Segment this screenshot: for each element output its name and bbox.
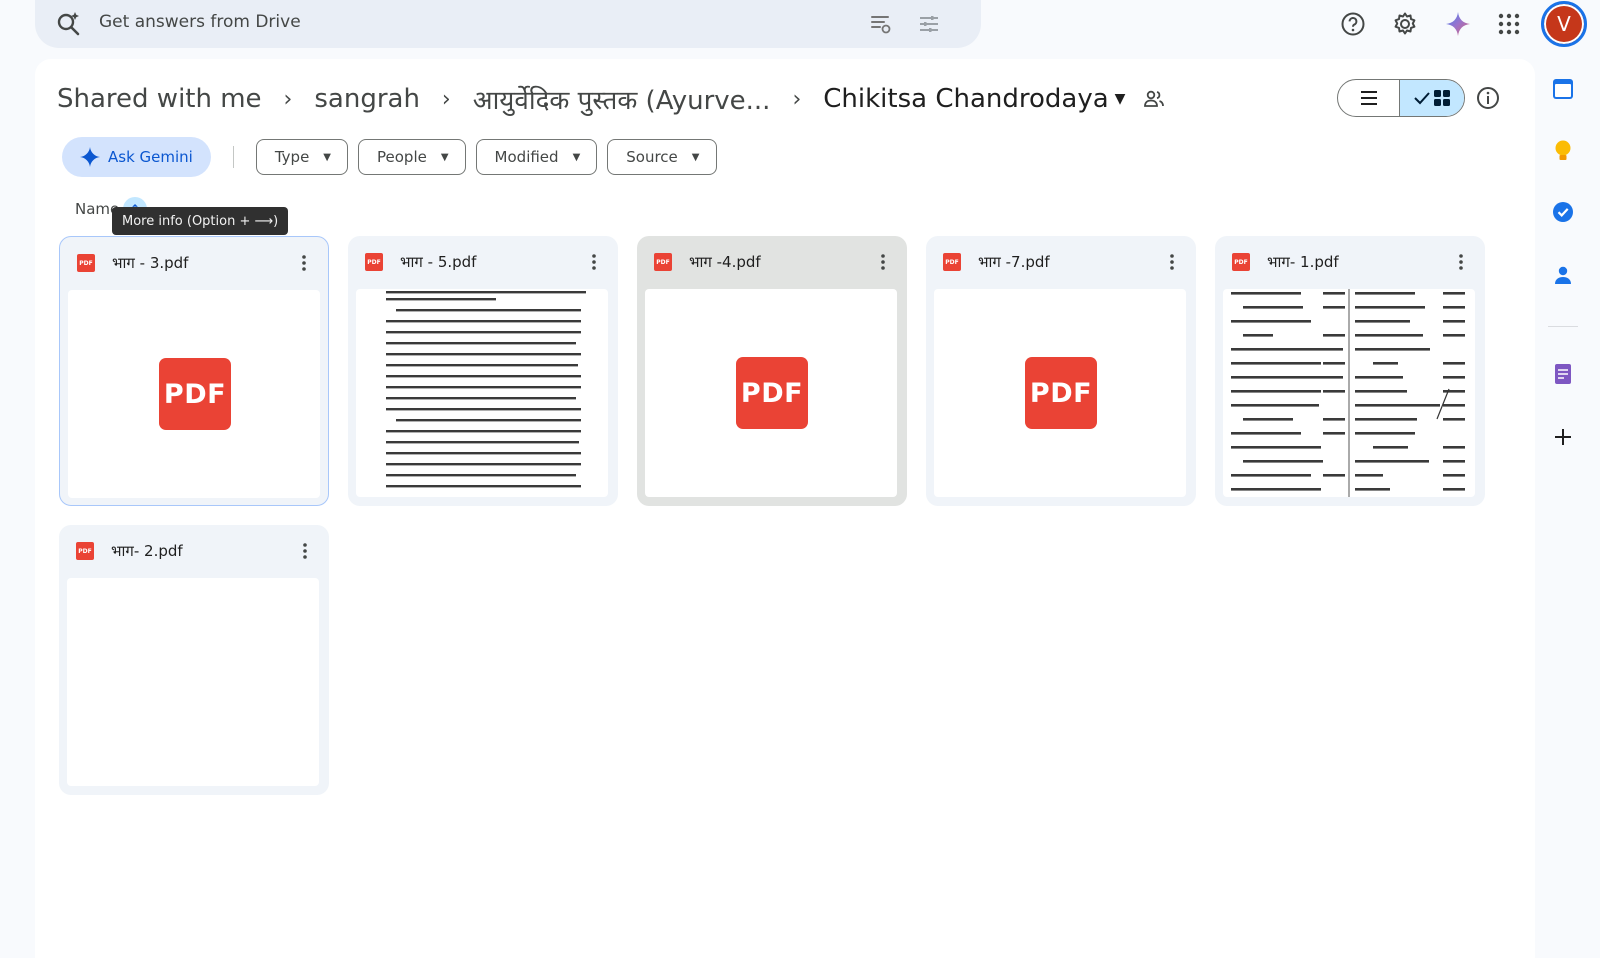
file-thumbnail: PDF: [645, 289, 897, 497]
pdf-icon: PDF: [1025, 357, 1097, 429]
pdf-file-icon: PDF: [365, 253, 383, 271]
scanned-index-thumbnail: [1231, 289, 1465, 497]
breadcrumb-sangrah[interactable]: sangrah: [314, 84, 420, 114]
chevron-right-icon: ›: [441, 86, 451, 112]
source-filter-chip[interactable]: Source ▼: [607, 139, 717, 175]
more-vert-icon[interactable]: [1449, 250, 1473, 274]
file-thumbnail: [1223, 289, 1475, 497]
divider: [232, 146, 234, 168]
file-card[interactable]: PDF भाग- 1.pdf: [1215, 236, 1485, 506]
grid-view-button[interactable]: [1400, 80, 1464, 116]
notes-icon[interactable]: [1550, 361, 1576, 387]
search-input[interactable]: Get answers from Drive: [99, 12, 301, 32]
settings-icon[interactable]: [1390, 9, 1420, 39]
file-name: भाग - 5.pdf: [400, 253, 477, 271]
file-card-header: PDF भाग -7.pdf: [926, 236, 1196, 288]
pdf-file-icon: PDF: [77, 254, 95, 272]
caret-down-icon: ▼: [691, 151, 700, 163]
file-card[interactable]: PDF भाग - 3.pdf PDF: [59, 236, 329, 506]
type-filter-chip[interactable]: Type ▼: [255, 139, 348, 175]
caret-down-icon: ▼: [440, 151, 449, 163]
info-icon[interactable]: [1475, 85, 1501, 111]
check-icon: [1414, 92, 1430, 105]
ask-gemini-label: Ask Gemini: [108, 148, 193, 166]
file-name: भाग -4.pdf: [689, 253, 761, 271]
contacts-icon[interactable]: [1550, 262, 1576, 288]
help-icon[interactable]: [1338, 9, 1368, 39]
tune-icon[interactable]: [917, 12, 941, 36]
pdf-icon: PDF: [736, 357, 808, 429]
more-vert-icon[interactable]: [293, 539, 317, 563]
file-name: भाग- 2.pdf: [111, 542, 183, 560]
avatar[interactable]: V: [1541, 1, 1587, 47]
search-bar[interactable]: Get answers from Drive: [35, 0, 981, 48]
file-thumbnail: PDF: [934, 289, 1186, 497]
file-card[interactable]: PDF भाग -7.pdf PDF: [926, 236, 1196, 506]
rail-divider: [1548, 326, 1578, 327]
file-card-header: PDF भाग- 2.pdf: [59, 525, 329, 577]
pdf-file-icon: PDF: [1232, 253, 1250, 271]
file-card-header: PDF भाग -4.pdf: [637, 236, 907, 288]
caret-down-icon: ▼: [572, 151, 581, 163]
chip-label: Modified: [494, 148, 559, 166]
view-toggle: [1337, 79, 1465, 117]
avatar-letter: V: [1557, 12, 1571, 36]
grid-view-icon: [1434, 90, 1450, 106]
scanned-page-thumbnail: [386, 291, 586, 488]
file-thumbnail: [67, 578, 319, 786]
more-vert-icon[interactable]: [582, 250, 606, 274]
list-view-icon: [1360, 91, 1377, 105]
people-filter-chip[interactable]: People ▼: [358, 139, 466, 175]
file-name: भाग- 1.pdf: [1267, 253, 1339, 271]
chip-label: People: [377, 148, 427, 166]
main-panel: Shared with me › sangrah › आयुर्वेदिक पु…: [35, 59, 1535, 958]
breadcrumb-current-folder[interactable]: Chikitsa Chandrodaya: [823, 84, 1108, 114]
breadcrumb: Shared with me › sangrah › आयुर्वेदिक पु…: [57, 81, 1165, 117]
search-sparkle-icon[interactable]: [55, 9, 83, 37]
file-thumbnail: [356, 289, 608, 497]
add-icon[interactable]: [1550, 424, 1576, 450]
breadcrumb-shared-with-me[interactable]: Shared with me: [57, 84, 262, 114]
top-bar: Get answers from Drive V: [0, 0, 1600, 56]
pdf-file-icon: PDF: [943, 253, 961, 271]
list-view-button[interactable]: [1338, 80, 1400, 116]
modified-filter-chip[interactable]: Modified ▼: [475, 139, 598, 175]
shared-people-icon: [1144, 90, 1165, 107]
more-vert-icon[interactable]: [1160, 250, 1184, 274]
keep-icon[interactable]: [1550, 138, 1576, 164]
apps-grid-icon[interactable]: [1494, 9, 1524, 39]
file-name: भाग -7.pdf: [978, 253, 1050, 271]
file-card[interactable]: PDF भाग -4.pdf PDF: [637, 236, 907, 506]
filter-bar: Ask Gemini Type ▼ People ▼ Modified ▼ Sourc…: [62, 136, 727, 178]
breadcrumb-ayurvedic-books[interactable]: आयुर्वेदिक पुस्तक (Ayurve...: [473, 81, 771, 117]
gemini-icon[interactable]: [1443, 9, 1473, 39]
pdf-icon: PDF: [159, 358, 231, 430]
calendar-icon[interactable]: [1550, 76, 1576, 102]
caret-down-icon: ▼: [323, 151, 331, 163]
pdf-file-icon: PDF: [654, 253, 672, 271]
ask-gemini-button[interactable]: Ask Gemini: [62, 137, 211, 177]
file-name: भाग - 3.pdf: [112, 254, 189, 272]
gemini-star-icon: [80, 147, 100, 167]
chip-label: Type: [274, 148, 310, 166]
caret-down-icon[interactable]: ▼: [1115, 91, 1126, 107]
file-card[interactable]: PDF भाग- 2.pdf: [59, 525, 329, 795]
pdf-file-icon: PDF: [76, 542, 94, 560]
file-card-header: PDF भाग - 5.pdf: [348, 236, 618, 288]
chevron-right-icon: ›: [792, 86, 802, 112]
more-vert-icon[interactable]: [871, 250, 895, 274]
file-card-header: PDF भाग - 3.pdf: [60, 237, 328, 289]
file-card[interactable]: PDF भाग - 5.pdf: [348, 236, 618, 506]
file-thumbnail: PDF: [68, 290, 320, 498]
tooltip: More info (Option + ⟶): [112, 207, 289, 235]
chevron-right-icon: ›: [283, 86, 293, 112]
side-panel-rail: [1540, 56, 1600, 958]
chip-label: Source: [626, 148, 678, 166]
search-options-icon[interactable]: [869, 12, 893, 36]
tasks-icon[interactable]: [1550, 199, 1576, 225]
file-card-header: PDF भाग- 1.pdf: [1215, 236, 1485, 288]
more-vert-icon[interactable]: [292, 251, 316, 275]
